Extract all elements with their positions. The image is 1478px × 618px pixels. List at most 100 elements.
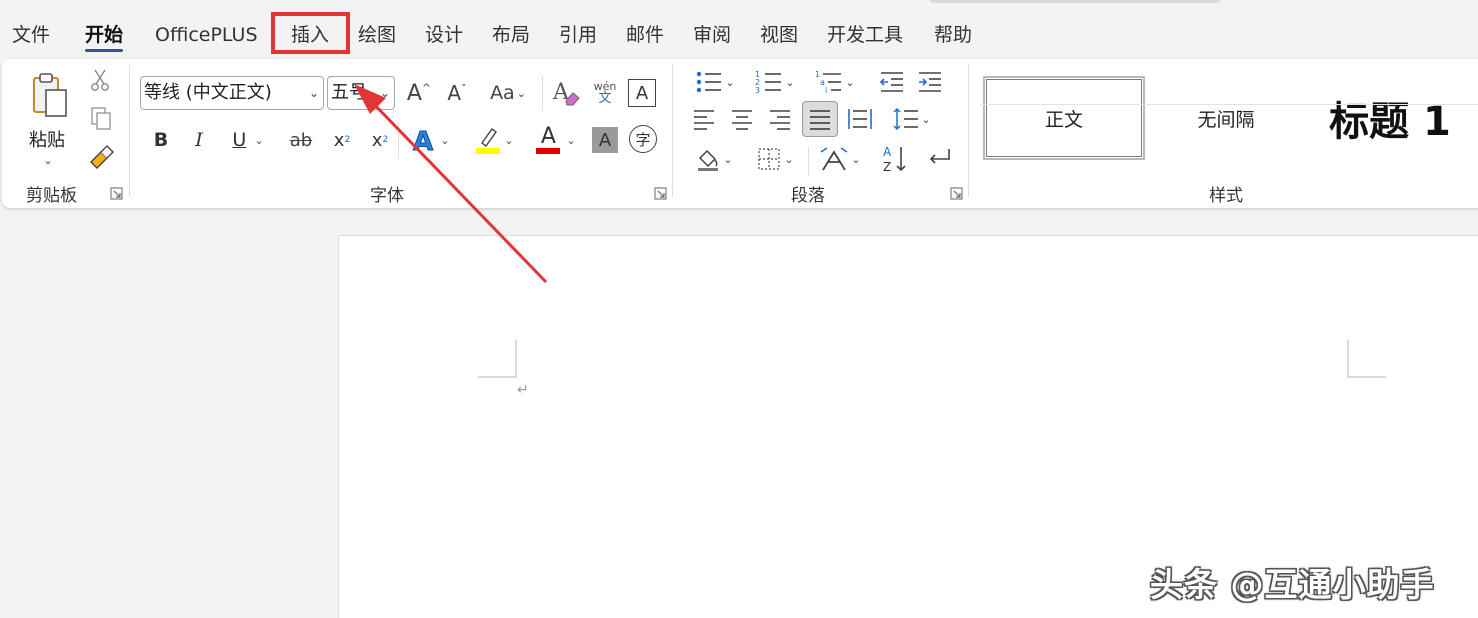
paragraph-mark: ↵ — [517, 382, 529, 398]
align-left-button[interactable] — [688, 103, 720, 135]
styles-gallery: 正文 无间隔 标题 1 — [982, 74, 1478, 164]
paste-button[interactable]: 粘贴 ⌄ — [18, 67, 76, 171]
change-case-label: Aa — [490, 82, 515, 104]
justify-button[interactable] — [802, 101, 838, 137]
chevron-down-icon: ⌄ — [725, 75, 735, 89]
phonetic-guide-button[interactable]: wén 文 — [589, 75, 621, 111]
font-size-combobox[interactable]: 五号 ⌄ — [327, 76, 395, 110]
chevron-down-icon: ⌄ — [845, 75, 855, 89]
justify-icon — [810, 110, 830, 130]
style-heading-1[interactable]: 标题 1 — [1308, 76, 1472, 160]
tab-review[interactable]: 审阅 — [693, 22, 731, 48]
grow-font-button[interactable]: A^ — [402, 77, 436, 109]
strikethrough-button[interactable]: ab — [284, 125, 318, 155]
shading-button[interactable]: ⌄ — [688, 143, 740, 175]
bold-button[interactable]: B — [148, 125, 174, 155]
dialog-launcher-icon[interactable] — [950, 187, 963, 200]
cut-button[interactable] — [88, 67, 112, 93]
multilevel-list-button[interactable]: 1 a i ⌄ — [808, 67, 862, 97]
style-no-spacing[interactable]: 无间隔 — [1146, 76, 1306, 160]
tab-mailings[interactable]: 邮件 — [626, 22, 664, 48]
text-effects-button[interactable]: A ⌄ — [406, 123, 454, 157]
tab-design[interactable]: 设计 — [425, 22, 463, 48]
chevron-down-icon: ⌄ — [784, 152, 794, 166]
clear-formatting-button[interactable]: A — [549, 75, 583, 109]
font-group-label: 字体 — [370, 186, 404, 206]
chevron-down-icon: ⌄ — [921, 112, 931, 126]
shrink-font-button[interactable]: Aˇ — [440, 77, 474, 109]
subscript-button[interactable]: x2 — [328, 125, 356, 155]
svg-text:3: 3 — [755, 86, 760, 94]
tab-draw[interactable]: 绘图 — [358, 22, 396, 48]
tab-officeplus[interactable]: OfficePLUS — [155, 22, 258, 48]
borders-button[interactable]: ⌄ — [748, 143, 802, 175]
group-separator — [129, 65, 130, 197]
dialog-launcher-icon[interactable] — [654, 187, 667, 200]
style-normal[interactable]: 正文 — [983, 76, 1145, 160]
format-painter-button[interactable] — [86, 143, 116, 171]
superscript-button[interactable]: x2 — [366, 125, 394, 155]
numbering-button[interactable]: 1 2 3 ⌄ — [748, 67, 802, 97]
paste-label: 粘贴 — [29, 129, 65, 151]
underline-icon: U — [232, 129, 247, 151]
chevron-down-icon: ⌄ — [723, 152, 733, 166]
distributed-button[interactable] — [844, 103, 876, 135]
enclose-characters-button[interactable]: 字 — [629, 125, 657, 153]
bullet-list-icon — [697, 71, 722, 93]
chinese-layout-icon — [820, 147, 848, 171]
watermark-text: 头条 @互通小助手 — [1150, 565, 1435, 604]
increase-indent-icon — [919, 72, 941, 92]
dialog-launcher-icon[interactable] — [110, 187, 123, 200]
chinese-layout-button[interactable]: ⌄ — [814, 143, 866, 175]
borders-icon — [758, 148, 781, 170]
ribbon-tab-bar: 文件 开始 OfficePLUS 插入 绘图 设计 布局 引用 邮件 审阅 视图… — [0, 0, 1478, 58]
format-painter-icon — [90, 145, 114, 169]
tab-help[interactable]: 帮助 — [934, 22, 972, 48]
paint-bucket-icon — [698, 149, 719, 171]
styles-group-label: 样式 — [1209, 186, 1243, 206]
character-border-button[interactable]: A — [628, 79, 656, 107]
scissors-icon — [91, 69, 109, 91]
clear-formatting-icon: A — [552, 80, 580, 106]
group-separator — [808, 147, 809, 175]
clipboard-group-label: 剪贴板 — [26, 186, 77, 206]
decrease-indent-button[interactable] — [876, 67, 908, 97]
tab-home[interactable]: 开始 — [85, 22, 124, 52]
tab-insert[interactable]: 插入 — [291, 22, 329, 48]
change-case-button[interactable]: Aa ⌄ — [482, 77, 534, 109]
bullets-button[interactable]: ⌄ — [688, 67, 742, 97]
increase-indent-button[interactable] — [914, 67, 946, 97]
line-spacing-button[interactable]: ⌄ — [886, 103, 938, 135]
svg-text:i: i — [825, 86, 827, 94]
font-color-icon: A — [540, 124, 556, 149]
character-shading-icon: A — [598, 129, 612, 151]
align-right-icon — [770, 110, 790, 130]
underline-button[interactable]: U ⌄ — [224, 125, 272, 155]
character-shading-button[interactable]: A — [592, 127, 618, 153]
highlight-color-button[interactable]: ⌄ — [468, 123, 520, 157]
tab-view[interactable]: 视图 — [760, 22, 798, 48]
font-color-button[interactable]: A ⌄ — [530, 123, 582, 157]
align-right-button[interactable] — [764, 103, 796, 135]
tab-layout[interactable]: 布局 — [492, 22, 530, 48]
shrink-font-icon: Aˇ — [447, 81, 467, 105]
copy-button[interactable] — [88, 105, 114, 133]
tab-file[interactable]: 文件 — [12, 22, 50, 48]
svg-text:A: A — [883, 145, 892, 159]
sort-button[interactable]: A Z — [878, 141, 912, 177]
italic-button[interactable]: I — [186, 125, 212, 155]
group-separator — [542, 75, 543, 111]
tab-developer[interactable]: 开发工具 — [827, 22, 903, 48]
align-center-icon — [732, 110, 752, 130]
superscript-icon: x — [371, 129, 383, 151]
align-left-icon — [694, 110, 714, 130]
phonetic-bottom: 文 — [598, 91, 612, 106]
font-name-combobox[interactable]: 等线 (中文正文) ⌄ — [140, 76, 324, 110]
align-center-button[interactable] — [726, 103, 758, 135]
character-border-icon: A — [635, 82, 649, 104]
group-separator — [672, 65, 673, 197]
styles-gallery-divider — [980, 104, 1478, 105]
tab-references[interactable]: 引用 — [559, 22, 597, 48]
chevron-down-icon: ⌄ — [379, 86, 390, 100]
show-hide-marks-button[interactable] — [922, 143, 956, 175]
